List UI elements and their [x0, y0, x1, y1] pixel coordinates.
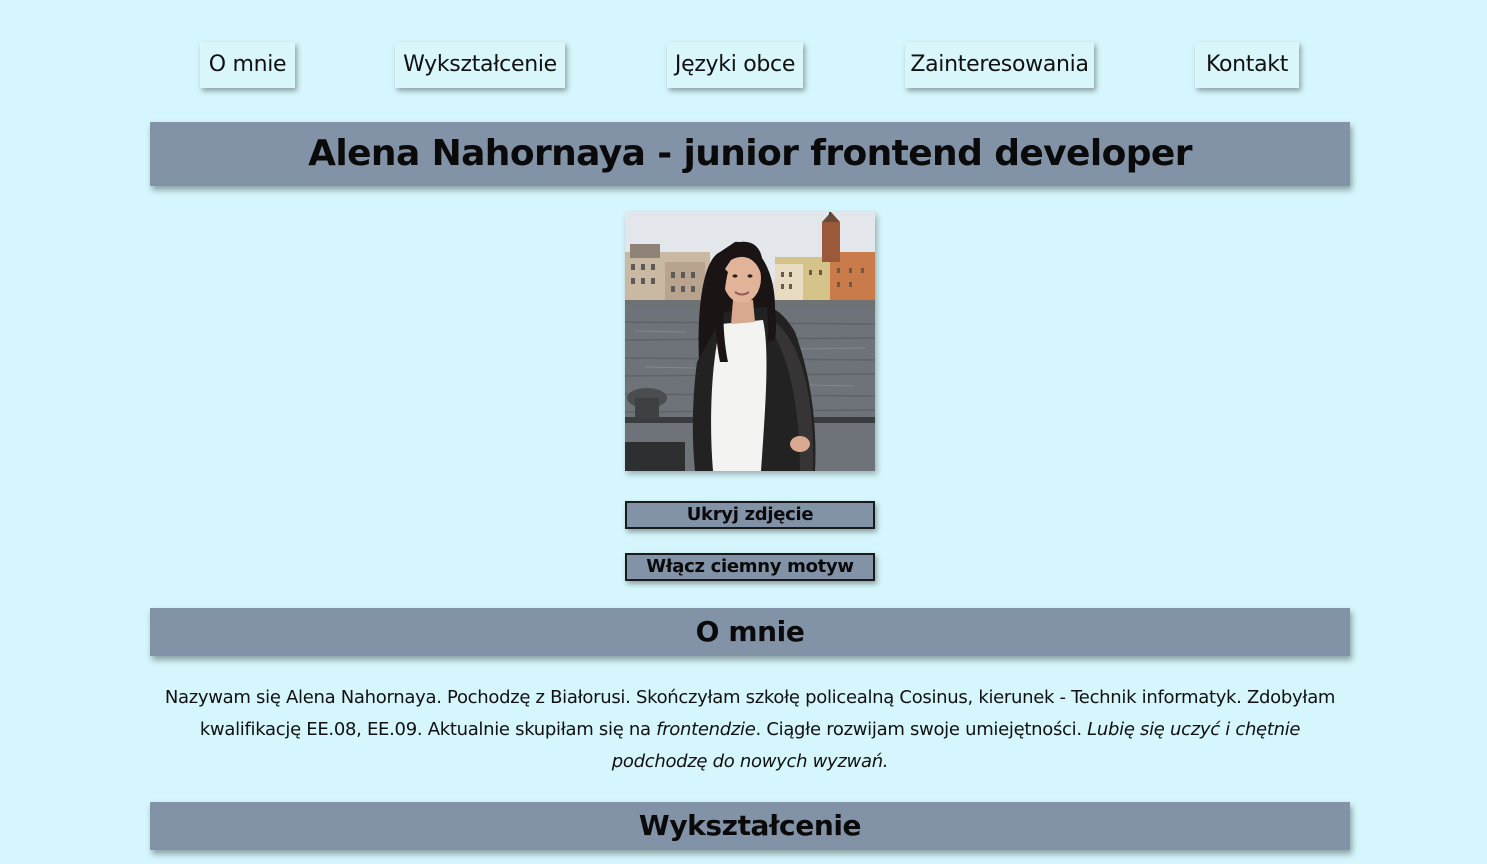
hide-photo-button[interactable]: Ukryj zdjęcie	[625, 501, 875, 529]
dark-theme-button[interactable]: Włącz ciemny motyw	[625, 553, 875, 581]
nav-item-jezyki-obce[interactable]: Języki obce	[667, 42, 803, 88]
profile-photo	[625, 212, 875, 471]
nav-item-kontakt[interactable]: Kontakt	[1195, 42, 1299, 88]
about-text-part-2: . Ciągłe rozwijam swoje umiejętności.	[755, 719, 1088, 740]
about-emphasis-frontend: frontendzie	[656, 719, 756, 740]
about-paragraph: Nazywam się Alena Nahornaya. Pochodzę z …	[150, 682, 1350, 778]
nav-item-wyksztalcenie[interactable]: Wykształcenie	[395, 42, 565, 88]
page-title: Alena Nahornaya - junior frontend develo…	[150, 122, 1350, 186]
nav-item-zainteresowania[interactable]: Zainteresowania	[905, 42, 1094, 88]
top-nav: O mnie Wykształcenie Języki obce Zainter…	[0, 42, 1487, 90]
page: O mnie Wykształcenie Języki obce Zainter…	[0, 0, 1487, 864]
profile-photo-image	[625, 212, 875, 471]
section-title-about: O mnie	[150, 608, 1350, 656]
section-title-education: Wykształcenie	[150, 802, 1350, 850]
nav-item-o-mnie[interactable]: O mnie	[200, 42, 295, 88]
